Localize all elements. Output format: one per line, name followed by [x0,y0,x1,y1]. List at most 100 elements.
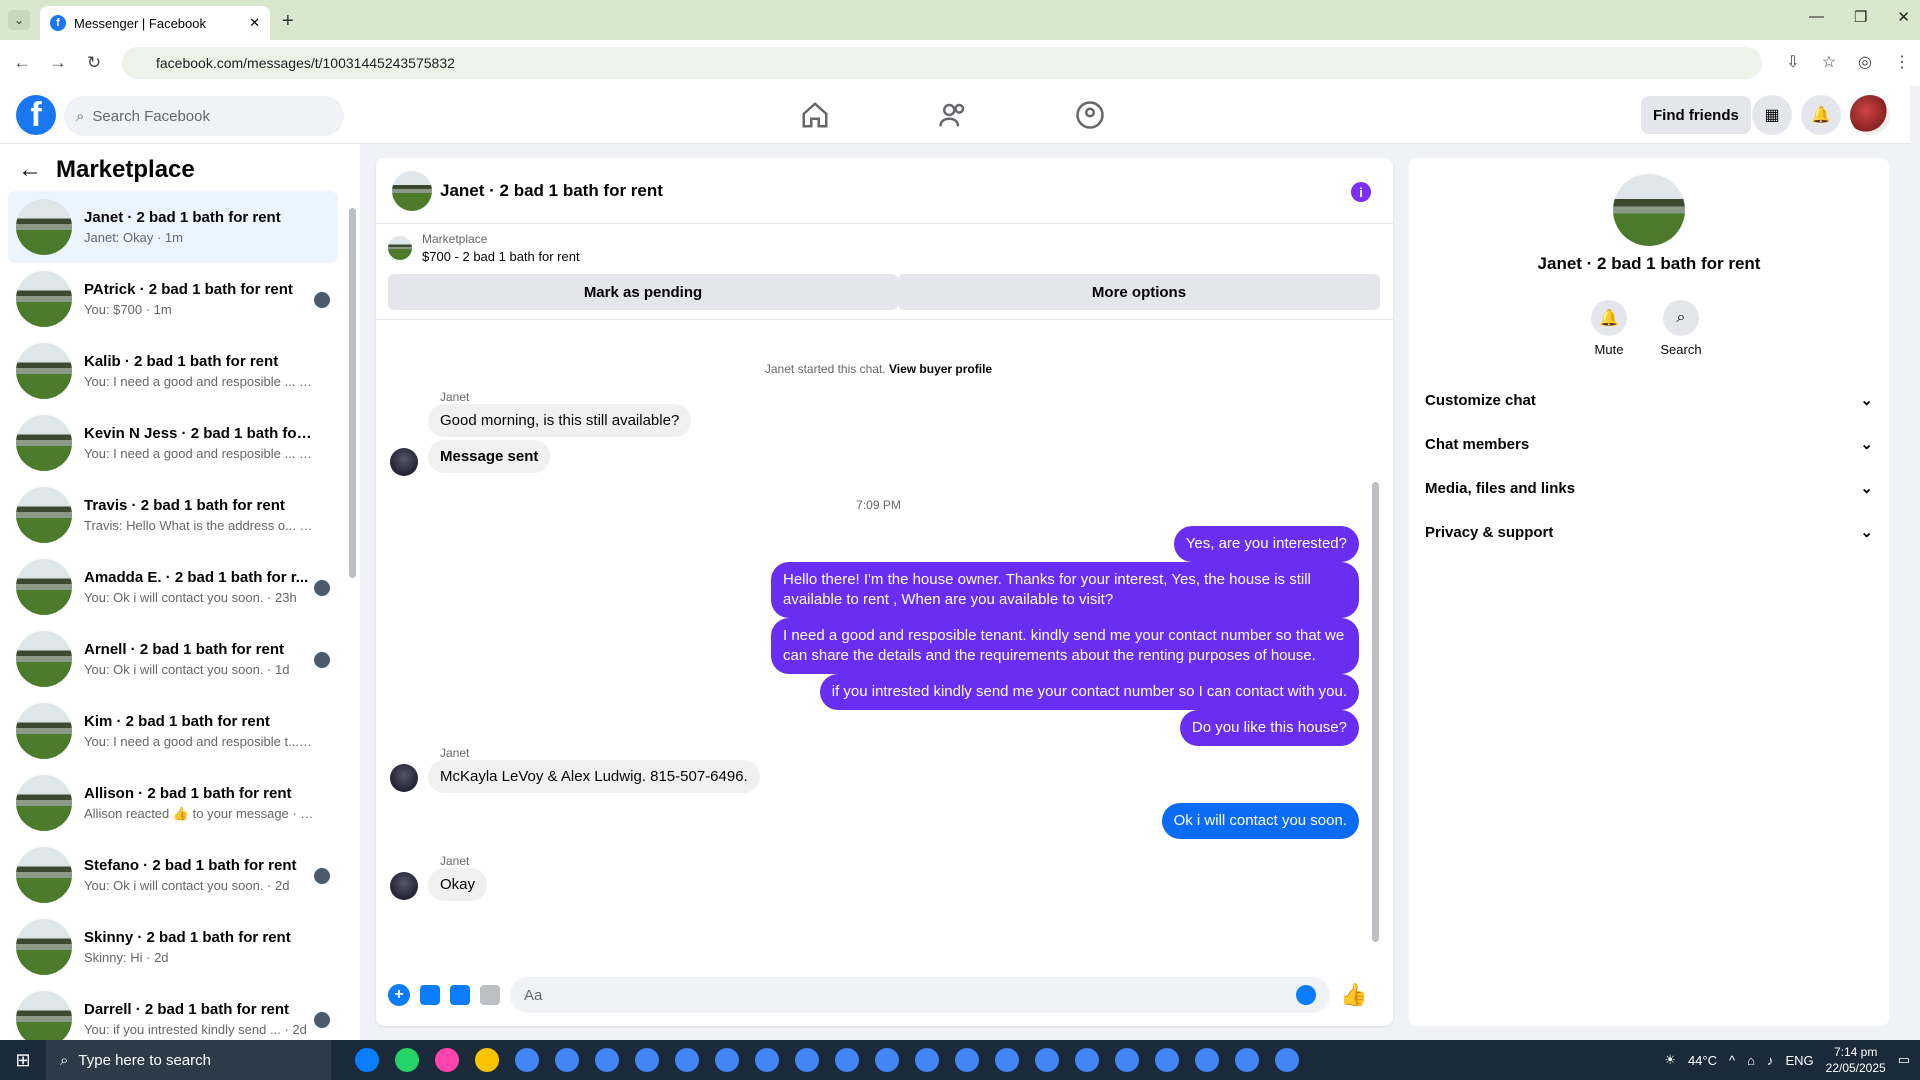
message-input[interactable]: Aa [510,977,1330,1013]
menu-grid-icon[interactable]: ▦ [1752,95,1792,135]
taskbar-app-icon[interactable] [787,1040,827,1080]
conversation-item[interactable]: Skinny · 2 bad 1 bath for rent Skinny: Hi… [8,911,338,983]
media-files-links-row[interactable]: Media, files and links ⌄ [1425,466,1873,510]
outgoing-message[interactable]: Do you like this house? [1179,710,1359,746]
forward-icon[interactable]: → [44,53,72,73]
restore-icon[interactable]: ❐ [1854,8,1867,26]
outgoing-message[interactable]: Yes, are you interested? [1173,526,1359,562]
taskbar-app-icon[interactable] [387,1040,427,1080]
conversation-item[interactable]: Stefano · 2 bad 1 bath for rent You: Ok i… [8,839,338,911]
conversation-item[interactable]: Janet · 2 bad 1 bath for rent Janet: Okay… [8,191,338,263]
account-avatar[interactable] [1850,95,1890,135]
back-arrow-icon[interactable]: ← [18,156,42,184]
taskbar-app-icon[interactable] [1267,1040,1307,1080]
chat-members-row[interactable]: Chat members ⌄ [1425,422,1873,466]
incoming-message[interactable]: Message sent [428,440,551,473]
outgoing-message[interactable]: if you intrested kindly send me your con… [819,674,1359,710]
back-icon[interactable]: ← [8,53,36,73]
chat-avatar[interactable] [392,170,432,211]
taskbar-app-icon[interactable] [587,1040,627,1080]
taskbar-app-icon[interactable] [1027,1040,1067,1080]
sender-avatar[interactable] [390,448,418,476]
sender-avatar[interactable] [390,872,418,900]
details-avatar[interactable] [1613,174,1685,246]
taskbar-app-icon[interactable] [1107,1040,1147,1080]
taskbar-app-icon[interactable] [467,1040,507,1080]
thread-scrollbar[interactable] [1369,322,1381,962]
reload-icon[interactable]: ↻ [80,53,108,73]
mute-button[interactable]: 🔔 Mute [1579,300,1639,357]
clock[interactable]: 7:14 pm 22/05/2025 [1826,1044,1886,1076]
outgoing-message[interactable]: Hello there! I'm the house owner. Thanks… [771,562,1359,618]
weather-icon[interactable]: ☀ [1664,1052,1676,1068]
customize-chat-row[interactable]: Customize chat ⌄ [1425,378,1873,422]
conversation-item[interactable]: Arnell · 2 bad 1 bath for rent You: Ok i … [8,623,338,695]
taskbar-app-icon[interactable] [507,1040,547,1080]
incoming-message[interactable]: Good morning, is this still available? [428,404,692,437]
taskbar-app-icon[interactable] [867,1040,907,1080]
taskbar-search[interactable]: ⌕ Type here to search [46,1040,331,1080]
taskbar-app-icon[interactable] [667,1040,707,1080]
more-actions-plus-icon[interactable]: + [388,984,410,1006]
search-in-chat-button[interactable]: ⌕ Search [1651,300,1711,357]
conversation-item[interactable]: Kalib · 2 bad 1 bath for rent You: I need… [8,335,338,407]
outgoing-message[interactable]: I need a good and resposible tenant. kin… [771,618,1359,674]
taskbar-app-icon[interactable] [347,1040,387,1080]
close-window-icon[interactable]: ✕ [1897,8,1910,26]
taskbar-app-icon[interactable] [1067,1040,1107,1080]
tab-search-button[interactable]: ⌄ [8,10,30,30]
conversation-item[interactable]: PAtrick · 2 bad 1 bath for rent You: $700… [8,263,338,335]
conversation-item[interactable]: Kevin N Jess · 2 bad 1 bath for re... You… [8,407,338,479]
view-buyer-profile-link[interactable]: View buyer profile [889,362,992,376]
facebook-search-input[interactable]: ⌕ Search Facebook [64,96,344,136]
language-indicator[interactable]: ENG [1785,1053,1813,1068]
emoji-icon[interactable] [1296,985,1316,1005]
home-icon[interactable] [800,100,830,130]
conversation-item[interactable]: Kim · 2 bad 1 bath for rent You: I need a… [8,695,338,767]
new-tab-button[interactable]: + [282,10,294,33]
network-icon[interactable]: ⌂ [1747,1053,1755,1068]
chat-title[interactable]: Janet · 2 bad 1 bath for rent [440,181,663,201]
conversation-item[interactable]: Amadda E. · 2 bad 1 bath for r... You: Ok… [8,551,338,623]
sidebar-scrollbar[interactable] [348,192,356,1012]
sender-avatar[interactable] [390,764,418,792]
privacy-support-row[interactable]: Privacy & support ⌄ [1425,510,1873,554]
taskbar-app-icon[interactable] [827,1040,867,1080]
info-icon[interactable]: i [1351,182,1371,202]
browser-menu-icon[interactable]: ⋮ [1894,52,1910,72]
taskbar-app-icon[interactable] [907,1040,947,1080]
incoming-message[interactable]: Okay [428,868,488,901]
profile-icon[interactable]: ◎ [1858,52,1872,72]
taskbar-app-icon[interactable] [627,1040,667,1080]
temperature[interactable]: 44°C [1688,1053,1717,1068]
bookmark-star-icon[interactable]: ☆ [1822,52,1836,72]
attach-photo-icon[interactable] [420,985,440,1005]
notification-center-icon[interactable]: ▭ [1898,1052,1910,1068]
taskbar-app-icon[interactable] [427,1040,467,1080]
taskbar-app-icon[interactable] [747,1040,787,1080]
listing-info[interactable]: Marketplace $700 - 2 bad 1 bath for rent [388,232,580,264]
facebook-logo-icon[interactable]: f [16,95,56,135]
taskbar-app-icon[interactable] [1187,1040,1227,1080]
find-friends-button[interactable]: Find friends [1641,96,1751,134]
tray-chevron-icon[interactable]: ^ [1729,1053,1735,1068]
more-options-button[interactable]: More options [898,274,1380,310]
gif-icon[interactable] [480,985,500,1005]
minimize-icon[interactable]: — [1809,8,1824,26]
url-field[interactable]: facebook.com/messages/t/1003144524357583… [122,47,1762,79]
thumbs-up-icon[interactable]: 👍 [1340,982,1367,1008]
taskbar-app-icon[interactable] [547,1040,587,1080]
mark-pending-button[interactable]: Mark as pending [388,274,898,310]
taskbar-app-icon[interactable] [707,1040,747,1080]
groups-icon[interactable] [1075,100,1105,130]
incoming-message[interactable]: McKayla LeVoy & Alex Ludwig. 815-507-649… [428,760,760,793]
taskbar-app-icon[interactable] [987,1040,1027,1080]
notifications-bell-icon[interactable]: 🔔 [1801,95,1841,135]
friends-icon[interactable] [938,100,968,130]
conversation-item[interactable]: Allison · 2 bad 1 bath for rent Allison r… [8,767,338,839]
browser-tab[interactable]: f Messenger | Facebook ✕ [40,6,270,40]
taskbar-app-icon[interactable] [947,1040,987,1080]
conversation-item[interactable]: Travis · 2 bad 1 bath for rent Travis: He… [8,479,338,551]
windows-start-icon[interactable]: ⊞ [0,1050,46,1071]
sticker-icon[interactable] [450,985,470,1005]
